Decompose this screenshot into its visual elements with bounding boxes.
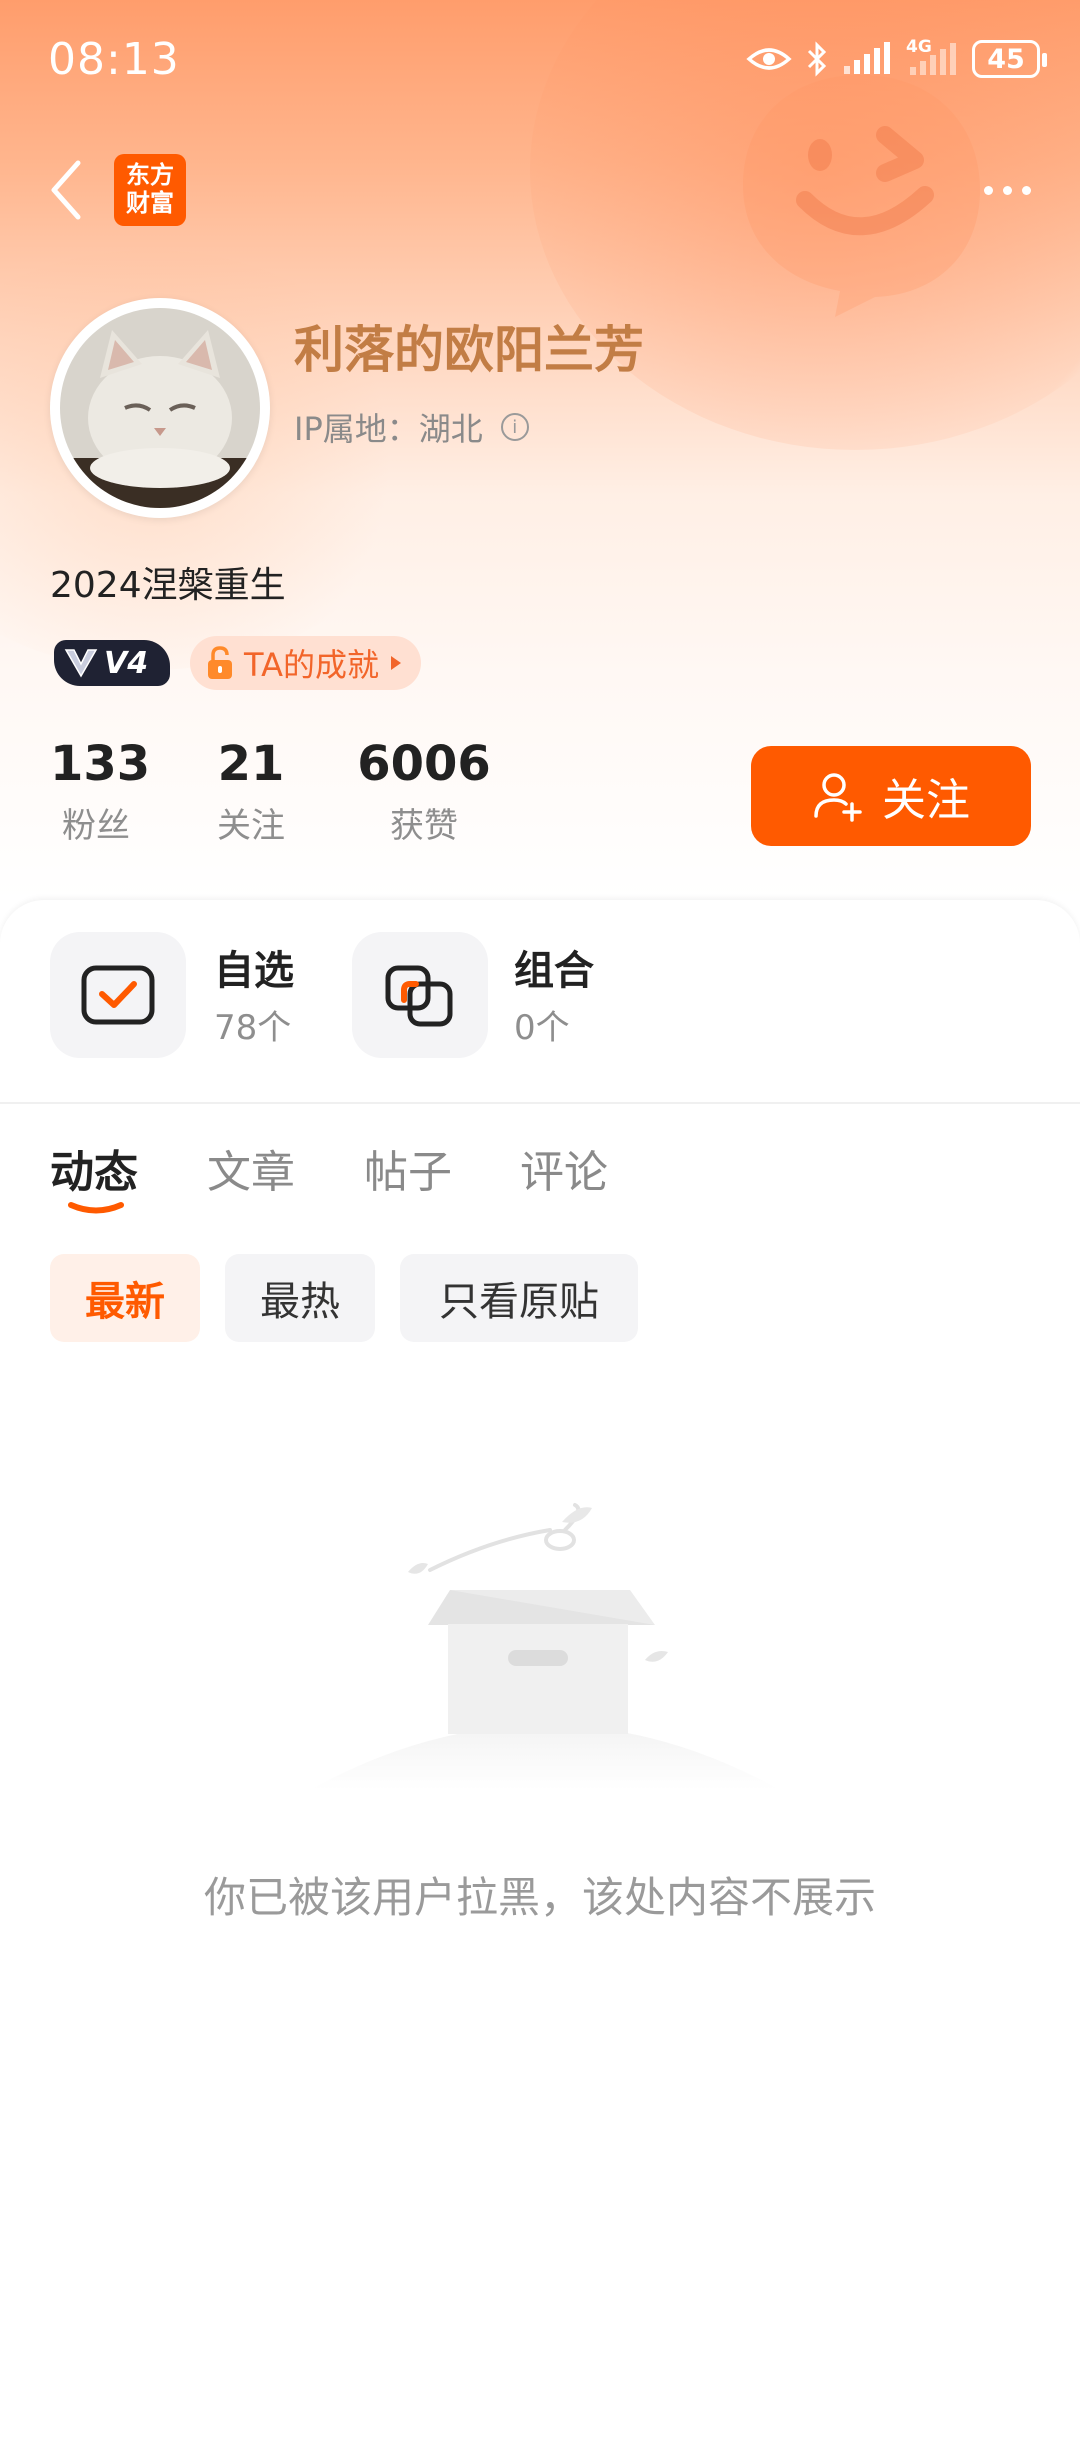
more-options-button[interactable] <box>972 170 1042 210</box>
tab-articles[interactable]: 文章 <box>207 1136 295 1200</box>
app-logo: 东方 财富 <box>114 154 186 226</box>
status-icons: 4G 45 <box>746 36 1047 82</box>
follow-label: 关注 <box>882 775 970 826</box>
watchlist-tile[interactable] <box>50 932 186 1058</box>
back-button[interactable] <box>38 150 94 230</box>
cat-avatar-image <box>60 308 260 508</box>
bluetooth-icon <box>807 41 827 77</box>
stat-value: 133 <box>50 736 151 792</box>
stat-label: 获赞 <box>390 806 458 846</box>
play-arrow-icon <box>390 656 401 670</box>
tab-posts[interactable]: 帖子 <box>364 1136 452 1200</box>
stat-following[interactable]: 21 关注 <box>204 736 298 847</box>
status-time: 08:13 <box>48 34 180 85</box>
portfolio-label[interactable]: 组合 <box>514 938 594 996</box>
more-dot-icon <box>1002 185 1012 195</box>
tab-dynamics[interactable]: 动态 <box>50 1136 138 1200</box>
profile-bio: 2024涅槃重生 <box>50 565 286 606</box>
portfolio-count: 0个 <box>514 1008 570 1048</box>
portfolio-tile[interactable] <box>352 932 488 1058</box>
info-icon[interactable]: i <box>500 413 529 441</box>
portfolio-icon <box>385 965 453 1027</box>
empty-box-icon <box>310 1503 780 1790</box>
empty-state-message: 你已被该用户拉黑，该处内容不展示 <box>203 1873 876 1922</box>
section-divider <box>0 1102 1080 1104</box>
stat-value: 21 <box>217 736 285 792</box>
stat-label: 粉丝 <box>62 806 130 846</box>
filter-latest[interactable]: 最新 <box>50 1254 200 1342</box>
signal-icon <box>844 42 890 74</box>
achievement-button[interactable]: TA的成就 <box>190 636 421 690</box>
v-shield-icon <box>64 649 98 678</box>
more-dot-icon <box>983 185 993 195</box>
stat-label: 关注 <box>217 806 285 846</box>
watchlist-count: 78个 <box>214 1008 292 1048</box>
filter-original-only[interactable]: 只看原贴 <box>400 1254 638 1342</box>
battery-indicator: 45 <box>972 40 1047 78</box>
eye-icon <box>746 48 792 70</box>
lock-icon <box>208 646 232 679</box>
filter-hottest[interactable]: 最热 <box>225 1254 375 1342</box>
profile-name: 利落的欧阳兰芳 <box>294 321 644 379</box>
level-badge: V4 <box>54 640 170 686</box>
signal-4g-icon: 4G <box>906 37 958 77</box>
watchlist-label[interactable]: 自选 <box>214 938 294 996</box>
stat-value: 6006 <box>357 736 491 792</box>
back-arrow-icon <box>51 160 81 220</box>
active-tab-indicator <box>68 1202 124 1214</box>
status-bar: 08:13 4G 45 <box>0 0 1080 120</box>
avatar[interactable] <box>50 298 270 518</box>
follow-button[interactable]: 关注 <box>751 746 1031 846</box>
watchlist-check-icon <box>81 965 155 1025</box>
add-user-icon <box>814 773 862 822</box>
more-dot-icon <box>1021 185 1031 195</box>
stat-fans[interactable]: 133 粉丝 <box>50 736 151 847</box>
stat-likes[interactable]: 6006 获赞 <box>356 736 492 847</box>
ip-location: IP属地：湖北 i <box>294 404 529 450</box>
tab-comments[interactable]: 评论 <box>520 1136 608 1200</box>
